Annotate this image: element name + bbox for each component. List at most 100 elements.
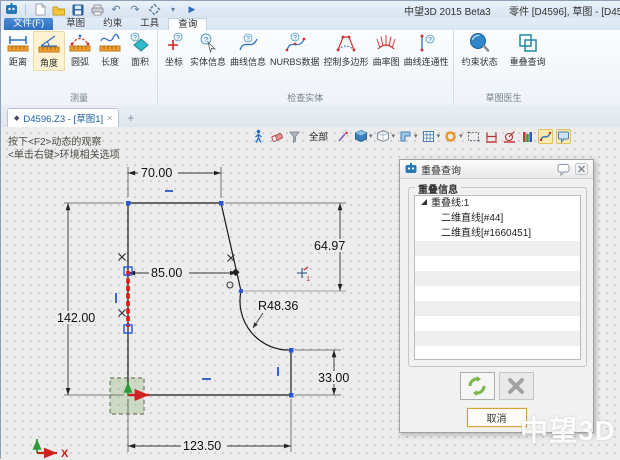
button-label: 圆弧 xyxy=(71,55,89,68)
button-label: NURBS数据 xyxy=(270,55,320,68)
app-logo-icon[interactable] xyxy=(4,3,18,16)
curve-connectivity-button[interactable]: ? 曲线连通性 xyxy=(402,31,451,69)
dim-radius[interactable]: R48.36 xyxy=(258,299,298,313)
button-label: 实体信息 xyxy=(190,55,226,68)
tree-root-label: 重叠线:1 xyxy=(431,196,469,211)
panel-buttons xyxy=(400,372,593,400)
play-icon[interactable]: ▶ xyxy=(185,3,199,16)
nurbs-data-icon: ? xyxy=(283,32,307,54)
svg-text:?: ? xyxy=(204,35,208,44)
overlap-query-panel[interactable]: 重叠查询 重叠信息 重叠线:1 二维直线[#44] 二维直线[#1660451] xyxy=(399,159,594,433)
cancel-button[interactable]: 取消 xyxy=(467,408,527,427)
close-tab-icon[interactable]: × xyxy=(107,113,112,123)
control-polygon-button[interactable]: 控制多边形 xyxy=(322,31,371,69)
refresh-button[interactable] xyxy=(460,372,495,400)
new-tab-icon[interactable]: + xyxy=(127,111,134,125)
svg-text:?: ? xyxy=(246,35,250,42)
button-label: 长度 xyxy=(101,55,119,68)
length-button[interactable]: 长度 xyxy=(95,31,125,69)
menu-tab-row: 文件(F) 草图 约束 工具 查询 xyxy=(1,18,620,30)
app-title: 中望3D 2015 Beta3 xyxy=(404,3,491,18)
refresh-icon xyxy=(465,375,489,397)
dim-middle[interactable]: 85.00 xyxy=(151,266,182,280)
entity-info-button[interactable]: ? 实体信息 xyxy=(188,31,228,69)
delete-icon xyxy=(506,377,526,395)
overlap-info-group: 重叠信息 重叠线:1 二维直线[#44] 二维直线[#1660451] xyxy=(408,187,587,367)
tree-item-row[interactable]: 二维直线[#44] xyxy=(415,211,580,226)
document-tab-label: D4596.Z3 - [草图1] xyxy=(23,111,103,125)
panel-title-bar[interactable]: 重叠查询 xyxy=(400,160,593,179)
tab-file[interactable]: 文件(F) xyxy=(4,18,53,30)
angle-button[interactable]: 角度 xyxy=(33,31,65,71)
nurbs-data-button[interactable]: ? NURBS数据 xyxy=(268,31,322,69)
button-label: 曲率图 xyxy=(373,55,400,68)
comment-icon[interactable] xyxy=(557,163,571,176)
distance-button[interactable]: 距离 xyxy=(3,31,33,69)
svg-text:?: ? xyxy=(133,34,137,41)
delete-button[interactable] xyxy=(499,372,534,400)
new-file-icon[interactable] xyxy=(33,3,47,16)
diamond-icon: ◆ xyxy=(14,114,19,122)
save-icon[interactable] xyxy=(71,3,85,16)
open-folder-icon[interactable] xyxy=(52,3,66,16)
button-label: 控制多边形 xyxy=(324,55,369,68)
curvature-plot-button[interactable]: 曲率图 xyxy=(371,31,402,69)
document-title: 零件 [D4596], 草图 - [D4596.Z3 xyxy=(509,3,620,18)
arc-icon xyxy=(67,32,93,54)
panel-title: 重叠查询 xyxy=(421,162,553,177)
tab-tools[interactable]: 工具 xyxy=(131,18,168,30)
tab-inquire[interactable]: 查询 xyxy=(168,18,207,30)
curve-info-icon: ? xyxy=(236,32,260,54)
dim-right-upper[interactable]: 64.97 xyxy=(314,239,345,253)
arc-button[interactable]: 圆弧 xyxy=(65,31,95,69)
curve-info-button[interactable]: ? 曲线信息 xyxy=(228,31,268,69)
button-label: 距离 xyxy=(9,55,27,68)
document-tab-bar: ◆ D4596.Z3 - [草图1] × + xyxy=(1,105,620,128)
ribbon-group-inspect: ? 坐标 ? 实体信息 ? 曲线信息 ? NURBS数据 控制多边形 曲率图 xyxy=(158,30,454,105)
ribbon-group-measure: 距离 角度 圆弧 长度 ? 面积 测量 xyxy=(1,30,158,105)
overlap-query-button[interactable]: 重叠查询 xyxy=(508,31,548,69)
divider xyxy=(25,4,26,15)
redo-icon[interactable]: ↷ xyxy=(128,3,142,16)
button-label: 坐标 xyxy=(165,55,183,68)
svg-text:?: ? xyxy=(176,34,180,41)
dim-right-lower[interactable]: 33.00 xyxy=(318,371,349,385)
tree-item-row[interactable]: 二维直线[#1660451] xyxy=(415,226,580,241)
tab-sketch[interactable]: 草图 xyxy=(57,18,94,30)
length-icon xyxy=(97,32,123,54)
overlap-tree[interactable]: 重叠线:1 二维直线[#44] 二维直线[#1660451] xyxy=(414,195,581,360)
button-label: 约束状态 xyxy=(462,55,498,68)
dim-top[interactable]: 70.00 xyxy=(141,166,172,180)
button-label: 曲线信息 xyxy=(230,55,266,68)
curvature-plot-icon xyxy=(374,32,398,54)
svg-text:?: ? xyxy=(293,34,297,41)
document-tab-active[interactable]: ◆ D4596.Z3 - [草图1] × xyxy=(7,108,119,127)
dimension-text-backs xyxy=(55,166,354,452)
undo-icon[interactable]: ↶ xyxy=(109,3,123,16)
close-icon[interactable] xyxy=(575,163,588,175)
panel-logo-icon xyxy=(405,163,417,175)
area-icon: ? xyxy=(127,32,153,54)
dim-left[interactable]: 142.00 xyxy=(57,311,95,325)
control-polygon-icon xyxy=(334,32,358,54)
regen-icon[interactable] xyxy=(147,3,161,16)
constraint-state-button[interactable]: 约束状态 xyxy=(460,31,500,69)
point-marker-1[interactable]: 1 xyxy=(297,267,310,283)
button-label: 重叠查询 xyxy=(510,55,546,68)
tree-expand-icon[interactable] xyxy=(421,199,427,205)
button-label: 面积 xyxy=(131,55,149,68)
area-button[interactable]: ? 面积 xyxy=(125,31,155,69)
axis-triad: X xyxy=(37,439,69,460)
dropdown-icon[interactable]: ▾ xyxy=(166,3,180,16)
tab-constraint[interactable]: 约束 xyxy=(94,18,131,30)
coordinate-button[interactable]: ? 坐标 xyxy=(160,31,188,69)
quick-access-toolbar: ↶ ↷ ▾ ▶ xyxy=(4,3,199,16)
tree-item-label: 二维直线[#44] xyxy=(441,211,503,226)
constraint-state-icon xyxy=(467,32,493,54)
dim-bottom[interactable]: 123.50 xyxy=(183,439,221,453)
tree-root-row[interactable]: 重叠线:1 xyxy=(415,196,580,211)
angle-icon xyxy=(36,33,62,55)
axis-x-label: X xyxy=(61,448,69,460)
watermark: 中望3D xyxy=(520,409,616,449)
print-icon[interactable] xyxy=(90,3,104,16)
